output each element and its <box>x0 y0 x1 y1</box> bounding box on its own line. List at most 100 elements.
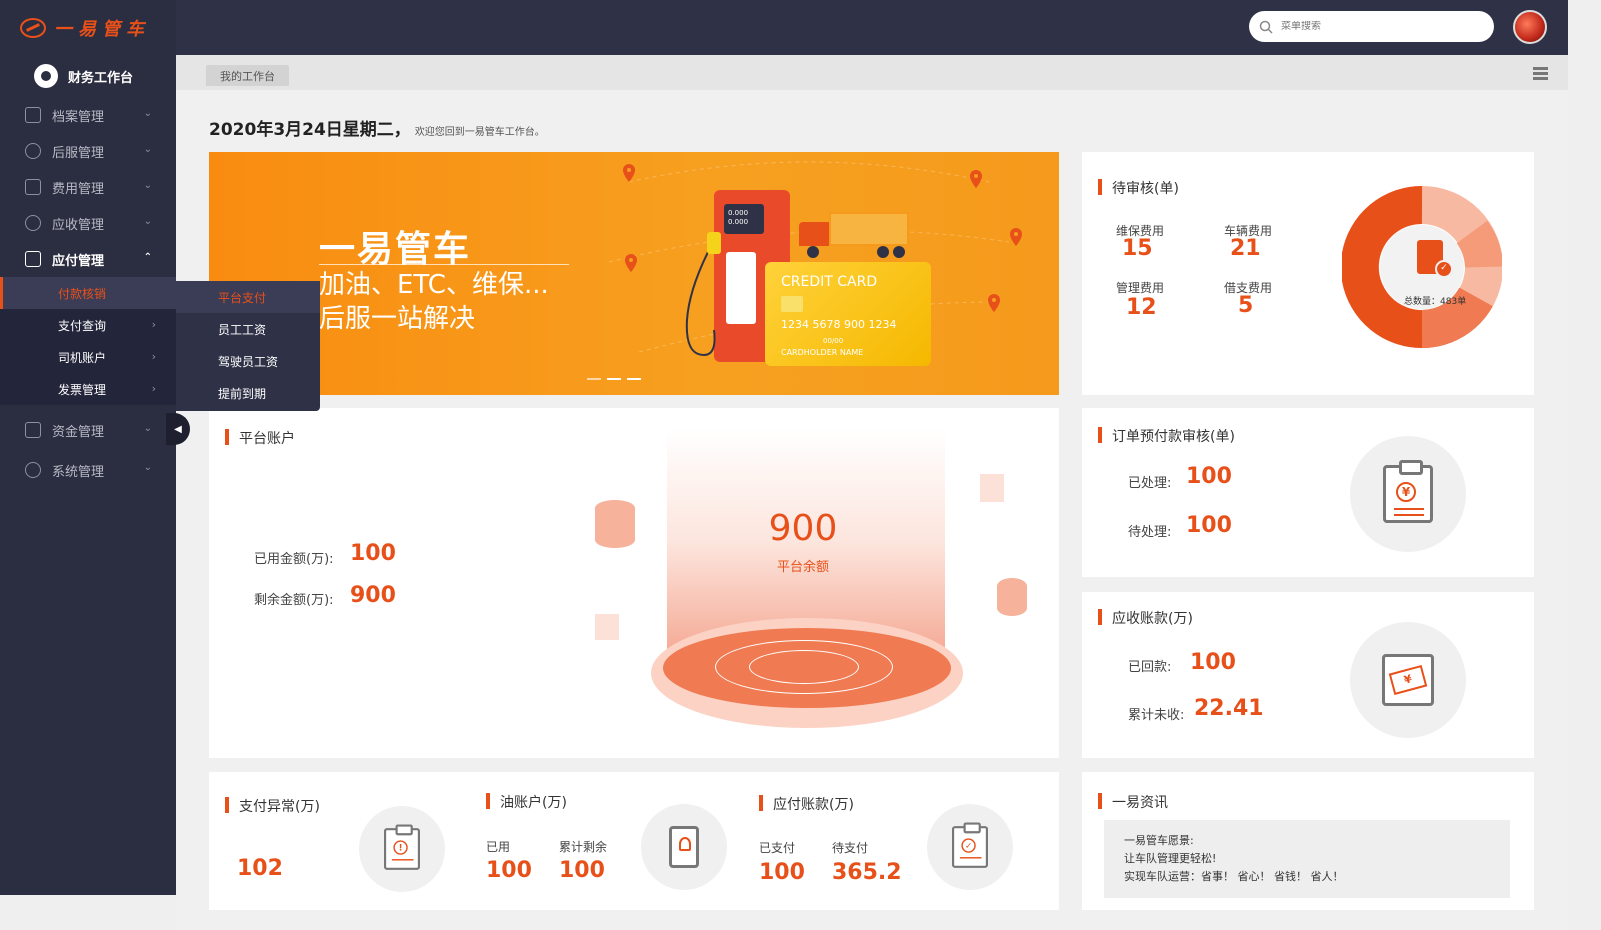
chevron-down-icon: ⌄ <box>143 462 152 473</box>
user-avatar[interactable] <box>1513 10 1547 44</box>
sidebar-item-archives[interactable]: 档案管理 ⌄ <box>0 97 176 133</box>
sidebar-item-label: 费用管理 <box>52 181 105 197</box>
chevron-down-icon: ⌄ <box>143 423 152 434</box>
payment-writeoff-flyout: 平台支付 员工工资 驾驶员工资 提前到期 <box>176 281 320 411</box>
card-title: 油账户(万) <box>486 792 567 812</box>
flyout-item-early-due[interactable]: 提前到期 <box>176 377 320 409</box>
platform-account-card: 平台账户 已用金额(万): 100 剩余金额(万): 900 900 平台余额 <box>209 408 1059 758</box>
sidebar-subitem-label: 支付查询 <box>58 318 107 333</box>
stat-label: 管理费用 <box>1116 281 1165 295</box>
stat-label: 已用 <box>486 840 511 854</box>
location-pin-icon <box>625 254 637 272</box>
flyout-label: 平台支付 <box>218 290 267 305</box>
stat-value[interactable]: 100 <box>559 858 605 883</box>
chevron-up-icon: ⌃ <box>143 252 152 263</box>
location-pin-icon <box>970 170 982 188</box>
total-label: 总数量： <box>1404 297 1441 307</box>
decorative-cylinder <box>997 578 1027 616</box>
stat-value[interactable]: 100 <box>486 858 532 883</box>
app-logo[interactable]: 一易管车 <box>0 0 176 55</box>
tab-my-workspace[interactable]: 我的工作台 <box>206 65 289 86</box>
news-line: 让车队管理更轻松! <box>1124 852 1217 865</box>
sidebar-item-after-service[interactable]: 后服管理 ⌄ <box>0 133 176 169</box>
stat-label: 累计未收: <box>1128 708 1185 723</box>
tab-menu-icon[interactable] <box>1533 67 1548 80</box>
menu-search[interactable] <box>1249 11 1494 42</box>
sidebar-item-receivables[interactable]: 应收管理 ⌄ <box>0 205 176 241</box>
banner-line2: 后服一站解决 <box>319 304 476 334</box>
truck-wheel <box>877 246 889 258</box>
stat-value[interactable]: 100 <box>1186 513 1232 538</box>
carousel-dot[interactable] <box>607 378 621 380</box>
flyout-label: 驾驶员工资 <box>218 354 279 369</box>
flyout-item-driver-salary[interactable]: 驾驶员工资 <box>176 345 320 377</box>
stat-value[interactable]: 100 <box>1190 650 1236 675</box>
truck-wheel <box>893 246 905 258</box>
stat-value[interactable]: 15 <box>1122 236 1153 261</box>
stat-label: 剩余金额(万): <box>254 593 334 608</box>
flyout-item-platform-pay[interactable]: 平台支付 <box>176 281 320 313</box>
fuel-pump-icon <box>641 804 727 890</box>
flyout-item-staff-salary[interactable]: 员工工资 <box>176 313 320 345</box>
stat-value[interactable]: 100 <box>1186 464 1232 489</box>
sidebar-subitem-driver-account[interactable]: 司机账户 › <box>0 341 176 373</box>
stat-label: 已支付 <box>759 841 796 855</box>
decorative-cube <box>980 474 1004 502</box>
top-bar: 一易管车 <box>0 0 1568 55</box>
stat-value[interactable]: 5 <box>1238 293 1253 318</box>
truck-container <box>829 212 909 246</box>
card-number: 1234 5678 900 1234 <box>781 318 897 331</box>
sidebar-item-label: 资金管理 <box>52 424 105 440</box>
credit-card-illustration: CREDIT CARD 1234 5678 900 1234 00/00 CAR… <box>765 262 931 366</box>
banner-line1: 加油、ETC、维保... <box>319 270 549 300</box>
sidebar-item-expenses[interactable]: 费用管理 ⌄ <box>0 169 176 205</box>
stat-value[interactable]: 100 <box>759 860 805 885</box>
sidebar-item-label: 后服管理 <box>52 145 105 161</box>
bottom-stats-card: 支付异常(万) 102 ! 油账户(万) 已用 100 累计剩余 100 应付账… <box>209 772 1059 910</box>
sidebar-item-label: 应付管理 <box>52 253 105 269</box>
sidebar-subitem-payment-query[interactable]: 支付查询 › <box>0 309 176 341</box>
sidebar-item-system[interactable]: 系统管理 ⌄ <box>0 451 176 489</box>
news-line: 一易管车愿景: <box>1124 834 1194 847</box>
card-title: 订单预付款审核(单) <box>1098 426 1235 446</box>
expense-icon <box>25 179 41 195</box>
stat-value[interactable]: 22.41 <box>1194 696 1264 721</box>
logo-text: 一易管车 <box>54 18 150 40</box>
sidebar-subitem-payment-writeoff[interactable]: 付款核销 <box>0 277 176 309</box>
sidebar-item-funds[interactable]: 资金管理 ⌄ <box>0 409 176 451</box>
card-title: 平台账户 <box>225 428 295 448</box>
stat-label: 已用金额(万): <box>254 552 334 567</box>
stat-value[interactable]: 100 <box>350 541 396 566</box>
search-input[interactable] <box>1281 21 1461 32</box>
funds-icon <box>25 422 41 438</box>
workspace-icon <box>34 64 58 88</box>
stat-value[interactable]: 12 <box>1126 295 1157 320</box>
greeting-date: 2020年3月24日星期二， <box>209 120 411 140</box>
stat-label: 已回款: <box>1128 660 1172 675</box>
carousel-dot[interactable] <box>627 378 641 380</box>
chevron-down-icon: ⌄ <box>143 144 152 155</box>
stat-value[interactable]: 102 <box>237 856 283 881</box>
truck-wheel <box>807 246 819 258</box>
card-title: 一易资讯 <box>1098 792 1168 812</box>
card-title: CREDIT CARD <box>781 274 878 290</box>
stat-value[interactable]: 900 <box>350 583 396 608</box>
news-content: 一易管车愿景: 让车队管理更轻松! 实现车队运营：省事！ 省心！ 省钱！ 省人！ <box>1104 820 1510 898</box>
sidebar-subitem-label: 发票管理 <box>58 382 107 397</box>
sidebar-subitem-label: 付款核销 <box>58 286 107 301</box>
decorative-cylinder <box>595 500 635 548</box>
location-pin-icon <box>988 294 1000 312</box>
workspace-title[interactable]: 财务工作台 <box>0 55 176 97</box>
service-icon <box>25 143 41 159</box>
card-title: 应付账款(万) <box>759 794 854 814</box>
stat-value[interactable]: 365.2 <box>832 860 902 885</box>
sidebar-subitem-invoice[interactable]: 发票管理 › <box>0 373 176 405</box>
tab-bar: 我的工作台 <box>176 55 1568 90</box>
pump-reading: 0.000 <box>728 218 749 226</box>
carousel-dot[interactable] <box>587 378 601 380</box>
stat-value[interactable]: 21 <box>1230 236 1261 261</box>
greeting-welcome: 欢迎您回到一易管车工作台。 <box>414 127 545 138</box>
sidebar-item-payables[interactable]: 应付管理 ⌃ <box>0 241 176 277</box>
logo-icon <box>20 17 46 38</box>
promo-banner[interactable]: 一易管车 加油、ETC、维保... 后服一站解决 0.000 0.000 CRE… <box>209 152 1059 395</box>
